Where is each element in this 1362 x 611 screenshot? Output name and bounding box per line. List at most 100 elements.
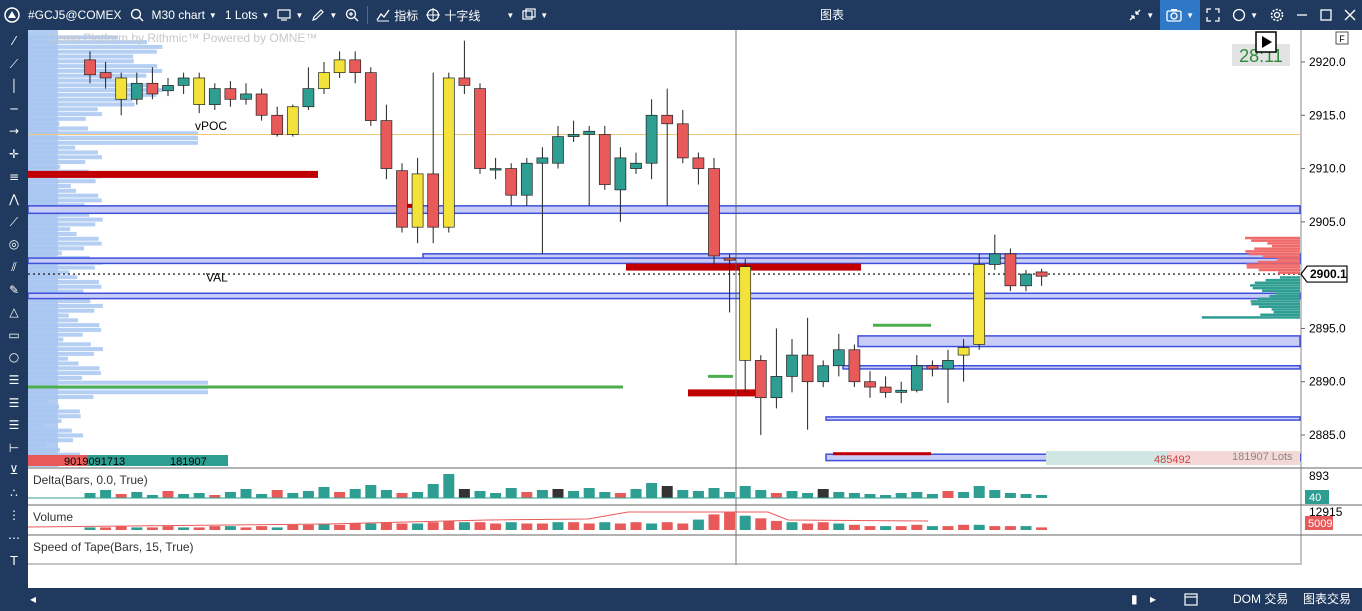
candle-body[interactable] — [84, 59, 96, 76]
candle-body[interactable] — [879, 386, 892, 393]
candle-body[interactable] — [848, 349, 861, 383]
candle-body[interactable] — [676, 123, 689, 159]
scroll-left-icon[interactable]: ◂ — [30, 588, 36, 611]
vertical-line-icon[interactable]: │ — [0, 75, 28, 98]
chart-trade-button[interactable]: 图表交易 — [1303, 588, 1351, 611]
candle-body[interactable] — [567, 134, 580, 137]
candle-body[interactable] — [630, 162, 642, 169]
range-icon[interactable]: ⊻ — [0, 459, 28, 482]
fib-icon[interactable]: ≡ — [0, 166, 28, 189]
candle-body[interactable] — [115, 77, 128, 100]
level-zone-6[interactable] — [825, 416, 1301, 421]
candle-body[interactable] — [926, 365, 939, 370]
circle-target-icon[interactable]: ◎ — [0, 233, 28, 256]
timeframe-dropdown[interactable]: M30 chart ▼ — [148, 0, 221, 30]
close-icon[interactable] — [1338, 0, 1362, 30]
candle-body[interactable] — [396, 170, 408, 228]
candle-body[interactable] — [614, 157, 627, 191]
candle-body[interactable] — [1020, 273, 1032, 287]
candle-body[interactable] — [1004, 253, 1017, 287]
level-zone-3[interactable] — [28, 292, 1301, 300]
candle-body[interactable] — [817, 365, 830, 383]
scroll-end-icon[interactable]: ▸ — [1150, 588, 1156, 611]
candle-body[interactable] — [333, 59, 346, 73]
candle-body[interactable] — [536, 157, 549, 164]
link-color-icon[interactable]: ▼ — [1226, 0, 1264, 30]
candle-body[interactable] — [349, 59, 362, 73]
chart-style-button[interactable]: ▼ — [273, 0, 307, 30]
maximize-icon[interactable] — [1314, 0, 1338, 30]
gear-icon[interactable] — [1264, 0, 1290, 30]
candle-body[interactable] — [754, 360, 767, 399]
candle-body[interactable] — [99, 72, 112, 79]
candle-body[interactable] — [130, 82, 143, 100]
symbol-selector[interactable]: #GCJ5@COMEX — [24, 0, 126, 30]
candle-body[interactable] — [801, 354, 814, 383]
candle-body[interactable] — [286, 106, 299, 135]
fullscreen-icon[interactable] — [1200, 0, 1226, 30]
profile-icon[interactable]: ∴ — [0, 482, 28, 505]
ray-icon[interactable]: ⟋ — [0, 53, 28, 76]
levels-icon[interactable]: ☰ — [0, 369, 28, 392]
candle-body[interactable] — [520, 162, 533, 196]
candle-body[interactable] — [1035, 271, 1048, 277]
collapse-icon[interactable]: ▼ — [1122, 0, 1160, 30]
candle-body[interactable] — [942, 360, 954, 370]
candle-body[interactable] — [177, 77, 190, 86]
calendar-icon[interactable] — [1184, 588, 1198, 611]
level-zone-0[interactable] — [28, 205, 1301, 215]
candle-body[interactable] — [193, 77, 206, 105]
candle-body[interactable] — [957, 347, 970, 356]
candle-body[interactable] — [661, 114, 674, 125]
rectangle-icon[interactable]: ▭ — [0, 324, 28, 347]
arrow-icon[interactable]: → — [0, 120, 28, 143]
candle-body[interactable] — [973, 264, 986, 345]
price-chart[interactable]: Demo Platform by Rithmic™ Powered by OMN… — [28, 30, 1362, 565]
candle-body[interactable] — [692, 157, 705, 169]
pencil-icon[interactable]: ▼ — [307, 0, 341, 30]
candle-body[interactable] — [442, 77, 455, 228]
candle-body[interactable] — [708, 168, 720, 257]
line-icon[interactable]: ⁄ — [0, 30, 28, 53]
candle-body[interactable] — [240, 93, 252, 100]
screenshot-button[interactable]: ▼ — [1160, 0, 1201, 30]
app-logo-icon[interactable] — [0, 0, 24, 30]
candle-body[interactable] — [583, 130, 596, 135]
lots-dropdown[interactable]: 1 Lots ▼ — [221, 0, 274, 30]
indicators-button[interactable]: 指标 — [372, 0, 422, 30]
level-zone-4[interactable] — [857, 335, 1301, 348]
candle-body[interactable] — [505, 168, 518, 196]
dom-trade-button[interactable]: DOM 交易 — [1233, 588, 1288, 611]
search-icon[interactable] — [126, 0, 148, 30]
window-layout-button[interactable]: ▼ — [518, 0, 552, 30]
ellipse-icon[interactable]: ○ — [0, 346, 28, 369]
candle-body[interactable] — [302, 88, 315, 108]
candle-body[interactable] — [364, 72, 377, 121]
candle-body[interactable] — [318, 72, 330, 89]
horizontal-line-icon[interactable]: ─ — [0, 98, 28, 121]
candle-body[interactable] — [786, 354, 798, 377]
scroll-right-icon[interactable]: ▮ — [1131, 588, 1138, 611]
candle-body[interactable] — [474, 88, 486, 169]
level-zone-2[interactable] — [28, 257, 1301, 265]
chart-area[interactable]: Demo Platform by Rithmic™ Powered by OMN… — [28, 30, 1362, 565]
measure-icon[interactable]: ⊢ — [0, 437, 28, 460]
pitchfork-icon[interactable]: ⋀ — [0, 188, 28, 211]
candle-body[interactable] — [458, 77, 471, 86]
candle-body[interactable] — [864, 381, 876, 388]
candle-body[interactable] — [552, 136, 564, 164]
candle-body[interactable] — [208, 88, 221, 105]
candle-body[interactable] — [489, 168, 502, 171]
candle-body[interactable] — [895, 389, 908, 393]
candle-body[interactable] — [832, 349, 845, 367]
candle-body[interactable] — [380, 120, 393, 169]
trendline-icon[interactable]: ⟋ — [0, 211, 28, 234]
candle-body[interactable] — [645, 114, 658, 164]
triangle-icon[interactable]: △ — [0, 301, 28, 324]
crosshair-button[interactable]: 十字线 ▼ — [422, 0, 518, 30]
channel-icon[interactable]: ⫽ — [0, 256, 28, 279]
candle-body[interactable] — [910, 365, 923, 391]
candle-body[interactable] — [739, 266, 752, 361]
minimize-icon[interactable] — [1290, 0, 1314, 30]
levels3-icon[interactable]: ☰ — [0, 414, 28, 437]
